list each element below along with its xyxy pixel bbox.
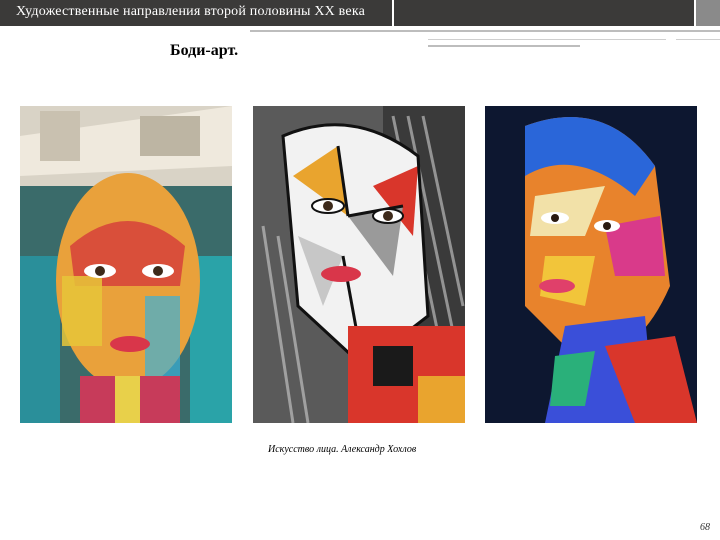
image-caption: Искусство лица. Александр Хохлов bbox=[268, 444, 417, 455]
header-bar: Художественные направления второй полови… bbox=[0, 0, 720, 26]
decorative-line bbox=[250, 30, 720, 32]
body-art-photo-1 bbox=[20, 106, 232, 423]
page-number: 68 bbox=[700, 522, 710, 533]
header-dark-block bbox=[394, 0, 694, 26]
header-gray-block bbox=[696, 0, 720, 26]
body-art-photo-2 bbox=[253, 106, 465, 423]
slide-title: Боди-арт. bbox=[170, 42, 239, 59]
decorative-line bbox=[676, 39, 720, 40]
body-art-photo-3 bbox=[485, 106, 697, 423]
decorative-line bbox=[428, 39, 666, 40]
header-title: Художественные направления второй полови… bbox=[16, 4, 366, 19]
decorative-line bbox=[428, 45, 580, 47]
